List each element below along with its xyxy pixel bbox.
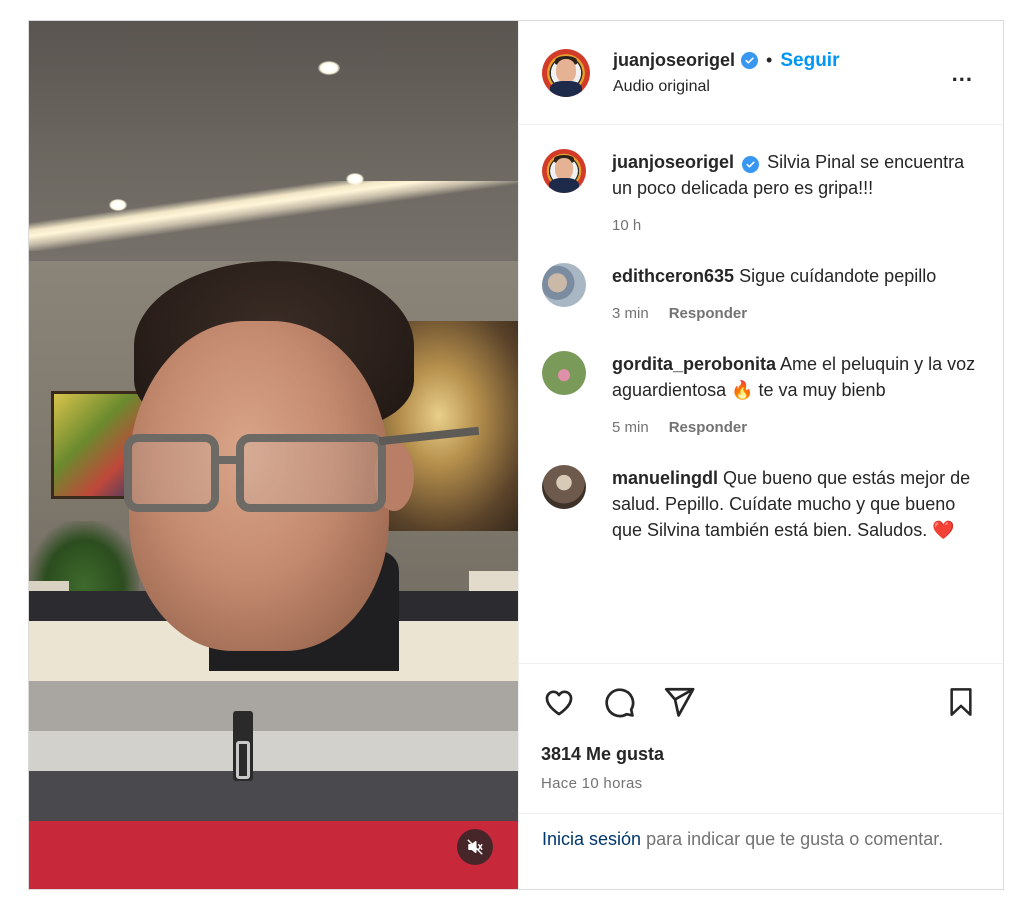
reply-button[interactable]: Responder <box>669 301 747 327</box>
ceiling-light <box>109 199 127 211</box>
caption: juanjoseorigel Silvia Pinal se encuentra… <box>542 149 981 239</box>
comments-list[interactable]: juanjoseorigel Silvia Pinal se encuentra… <box>519 125 1003 663</box>
ceiling-light <box>346 173 364 185</box>
comment-item: manuelingdl Que bueno que estás mejor de… <box>542 465 981 543</box>
reply-button[interactable]: Responder <box>669 415 747 441</box>
avatar[interactable] <box>542 465 586 509</box>
comment-item: edithceron635 Sigue cuídandote pepillo 3… <box>542 263 981 327</box>
separator-dot: • <box>766 50 773 70</box>
avatar[interactable] <box>542 149 586 193</box>
video-frame <box>29 21 518 889</box>
avatar[interactable] <box>542 351 586 395</box>
comment-time[interactable]: 5 min <box>612 415 649 441</box>
audio-label[interactable]: Audio original <box>613 78 839 96</box>
more-options-icon[interactable]: ... <box>952 61 973 87</box>
share-icon[interactable] <box>661 684 697 720</box>
muted-speaker-icon[interactable] <box>457 829 493 865</box>
caption-username[interactable]: juanjoseorigel <box>612 152 734 172</box>
comment-text: Sigue cuídandote pepillo <box>739 266 937 286</box>
comment-username[interactable]: manuelingdl <box>612 468 718 488</box>
login-prompt-text: para indicar que te gusta o comentar. <box>641 829 944 849</box>
post-header: juanjoseorigel • Seguir Audio original .… <box>519 21 1003 125</box>
glasses <box>124 426 480 516</box>
follow-button[interactable]: Seguir <box>780 50 839 72</box>
bookmark-icon[interactable] <box>943 684 979 720</box>
avatar[interactable] <box>542 263 586 307</box>
comment-username[interactable]: gordita_perobonita <box>612 354 776 374</box>
comment-icon[interactable] <box>601 684 637 720</box>
ceiling-light <box>318 61 340 75</box>
instagram-post: juanjoseorigel • Seguir Audio original .… <box>28 20 1004 890</box>
login-prompt: Inicia sesión para indicar que te gusta … <box>519 813 1003 889</box>
comment-username[interactable]: edithceron635 <box>612 266 734 286</box>
comment-time[interactable]: 3 min <box>612 301 649 327</box>
avatar[interactable] <box>542 48 590 97</box>
post-sidebar: juanjoseorigel • Seguir Audio original .… <box>518 21 1003 889</box>
heart-icon[interactable] <box>541 684 577 720</box>
login-link[interactable]: Inicia sesión <box>542 829 641 849</box>
post-time[interactable]: Hace 10 horas <box>541 775 981 792</box>
verified-badge-icon <box>742 156 760 173</box>
verified-badge-icon <box>741 52 759 69</box>
like-count[interactable]: 3814 Me gusta <box>541 744 981 765</box>
comment-item: gordita_perobonita Ame el peluquin y la … <box>542 351 981 441</box>
post-actions: 3814 Me gusta Hace 10 horas <box>519 663 1003 813</box>
post-video[interactable] <box>29 21 518 889</box>
caption-time[interactable]: 10 h <box>612 213 641 239</box>
author-username[interactable]: juanjoseorigel <box>613 50 735 71</box>
